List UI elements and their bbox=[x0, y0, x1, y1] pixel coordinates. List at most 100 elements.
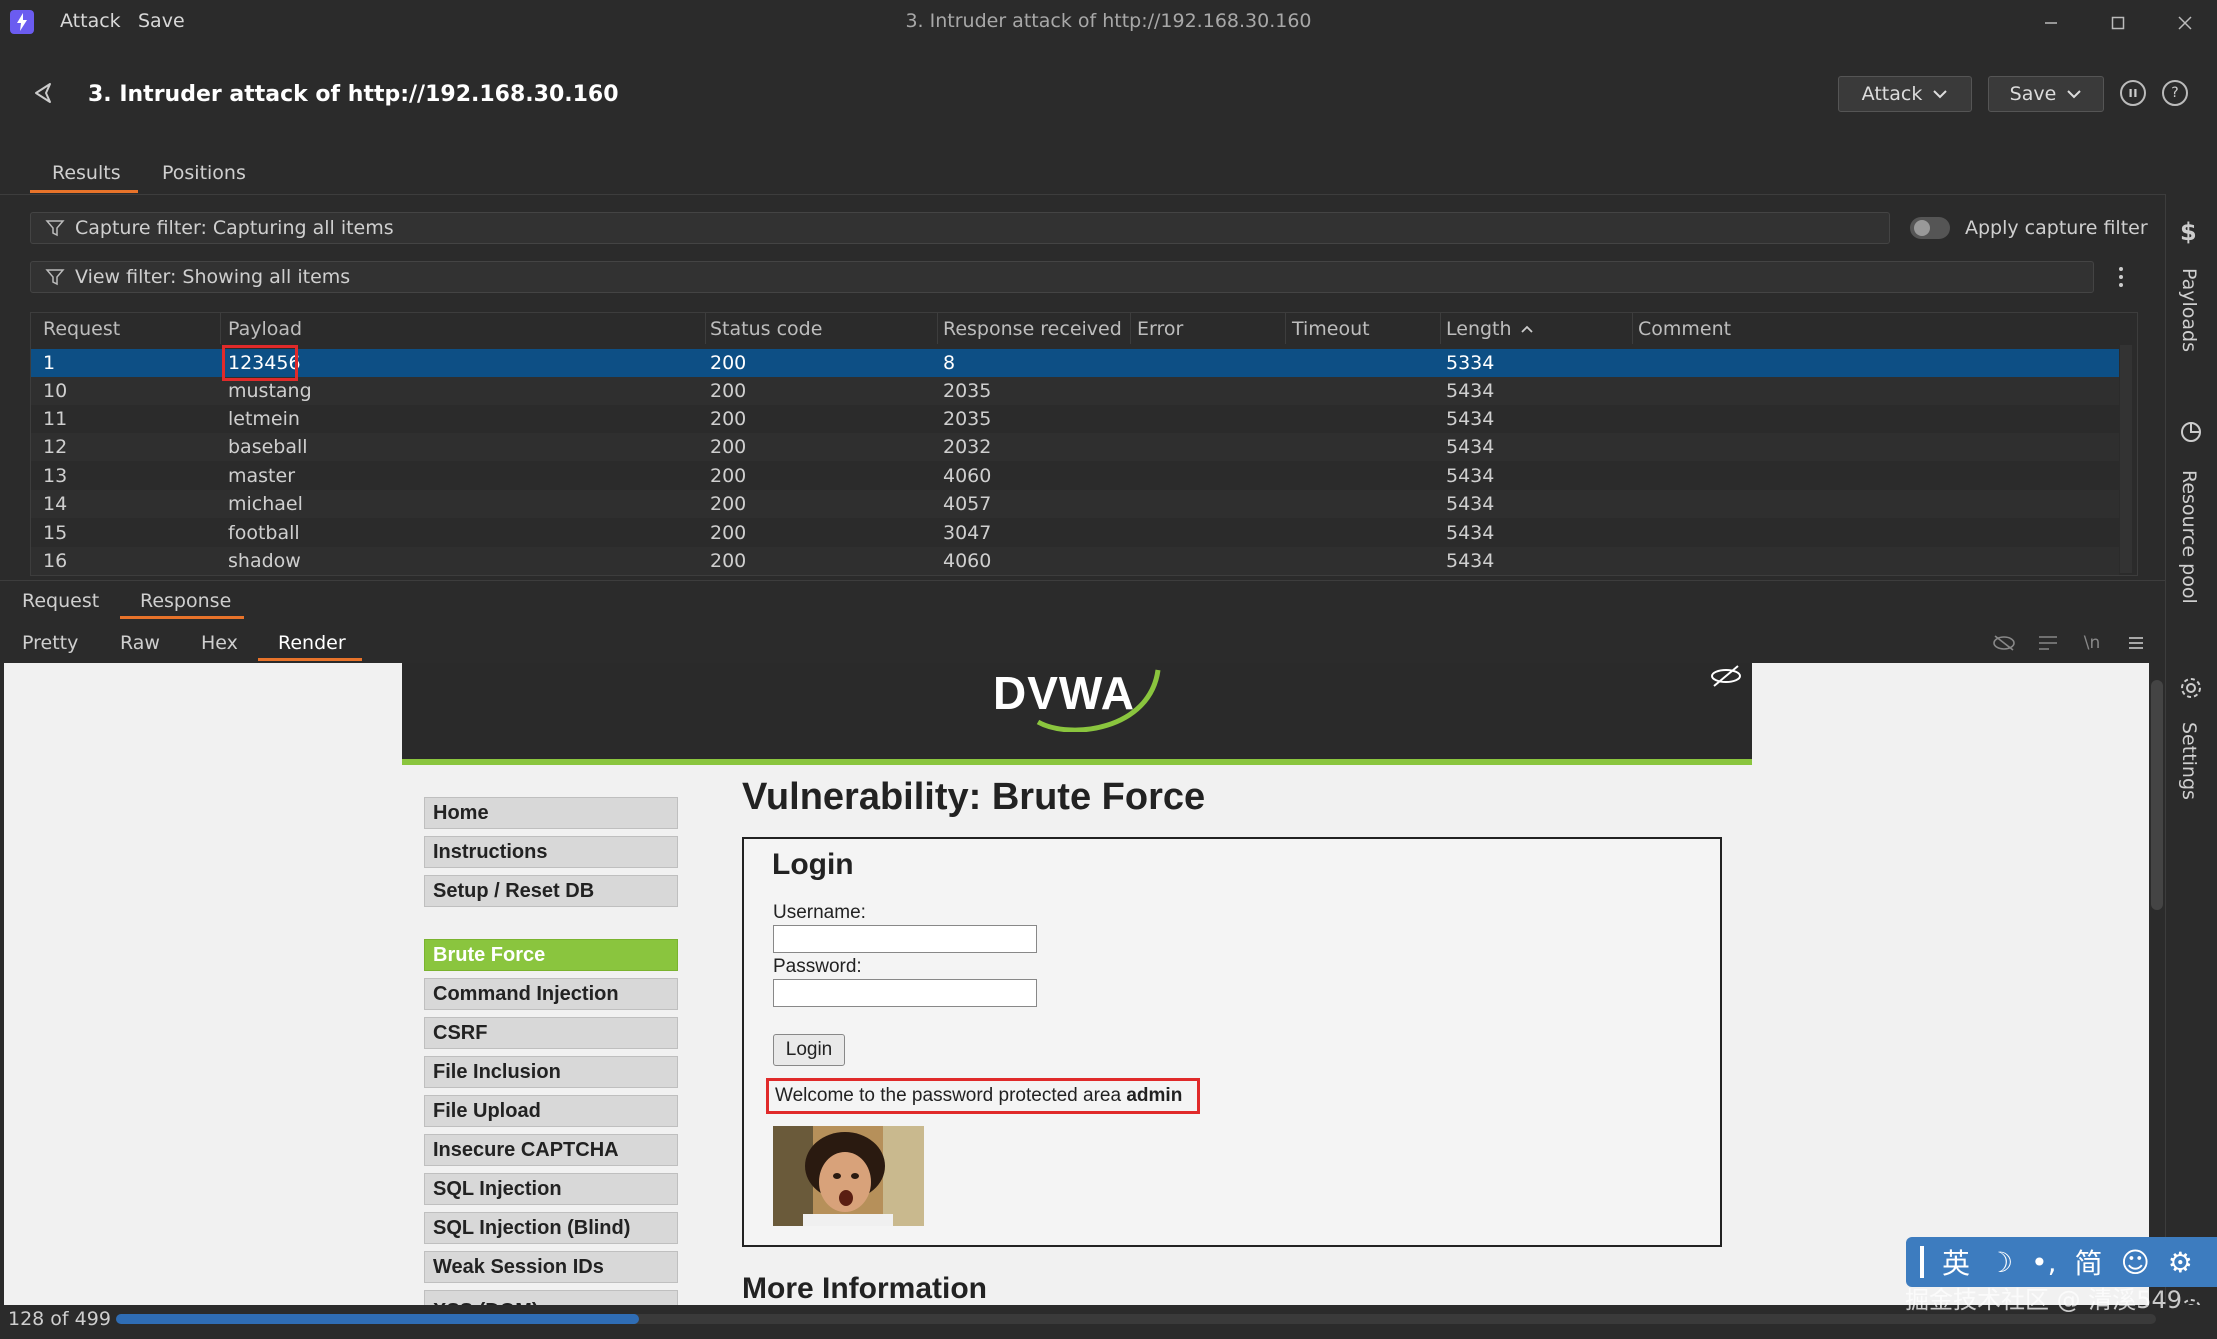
view-filter-bar[interactable]: View filter: Showing all items bbox=[30, 261, 2094, 293]
nav-setup-reset-db[interactable]: Setup / Reset DB bbox=[424, 875, 678, 907]
nav-file-inclusion[interactable]: File Inclusion bbox=[424, 1056, 678, 1088]
login-heading: Login bbox=[772, 848, 854, 881]
col-header-error[interactable]: Error bbox=[1137, 318, 1183, 340]
capture-filter-bar[interactable]: Capture filter: Capturing all items bbox=[30, 212, 1890, 244]
progress-bar-fill bbox=[116, 1314, 640, 1324]
ime-english-chinese-toggle[interactable]: 英 bbox=[1942, 1242, 1970, 1282]
maximize-button[interactable] bbox=[2093, 6, 2143, 40]
table-row[interactable] bbox=[31, 547, 2119, 575]
cell-payload: football bbox=[228, 522, 300, 544]
col-header-comment[interactable]: Comment bbox=[1638, 318, 1731, 340]
col-header-response-received[interactable]: Response received bbox=[943, 318, 1122, 340]
col-header-timeout[interactable]: Timeout bbox=[1292, 318, 1370, 340]
sort-ascending-icon bbox=[1520, 324, 1534, 334]
pause-icon[interactable] bbox=[2120, 80, 2146, 106]
table-row[interactable] bbox=[31, 519, 2119, 547]
hamburger-menu-icon[interactable] bbox=[2122, 630, 2150, 656]
emoji-icon[interactable]: ☺ bbox=[2121, 1246, 2150, 1279]
tab-hex[interactable]: Hex bbox=[201, 632, 238, 654]
col-header-status-code[interactable]: Status code bbox=[710, 318, 822, 340]
save-button-label: Save bbox=[2009, 83, 2057, 105]
cell-received: 4060 bbox=[943, 465, 992, 487]
page-title: Vulnerability: Brute Force bbox=[742, 776, 1206, 818]
resource-pool-icon[interactable] bbox=[2179, 420, 2203, 444]
wrap-lines-icon[interactable] bbox=[2034, 630, 2062, 656]
welcome-text: Welcome to the password protected area bbox=[775, 1085, 1122, 1106]
cell-length: 5434 bbox=[1446, 493, 1495, 515]
cell-status: 200 bbox=[710, 436, 747, 458]
cell-received: 4060 bbox=[943, 550, 992, 572]
cell-payload: master bbox=[228, 465, 296, 487]
cell-payload: mustang bbox=[228, 380, 312, 402]
nav-instructions[interactable]: Instructions bbox=[424, 836, 678, 868]
nav-sql-injection-blind[interactable]: SQL Injection (Blind) bbox=[424, 1212, 678, 1244]
gear-icon[interactable] bbox=[2179, 676, 2203, 700]
active-tab-indicator bbox=[120, 616, 244, 619]
side-tab-resource-pool[interactable]: Resource pool bbox=[2178, 470, 2200, 604]
ime-settings-icon[interactable]: ⚙ bbox=[2168, 1246, 2193, 1279]
cell-received: 3047 bbox=[943, 522, 992, 544]
help-icon[interactable]: ? bbox=[2162, 80, 2188, 106]
attack-dropdown-button[interactable]: Attack bbox=[1838, 76, 1972, 112]
cell-request: 12 bbox=[43, 436, 68, 458]
tab-render[interactable]: Render bbox=[278, 632, 346, 654]
tab-request[interactable]: Request bbox=[22, 590, 99, 612]
tab-raw[interactable]: Raw bbox=[120, 632, 160, 654]
cell-request: 15 bbox=[43, 522, 68, 544]
cell-status: 200 bbox=[710, 465, 747, 487]
side-tab-payloads[interactable]: Payloads bbox=[2178, 268, 2200, 352]
tab-pretty[interactable]: Pretty bbox=[22, 632, 78, 654]
column-separator bbox=[1285, 312, 1286, 344]
table-row[interactable] bbox=[31, 490, 2119, 518]
col-header-request[interactable]: Request bbox=[43, 318, 120, 340]
tab-results[interactable]: Results bbox=[52, 162, 121, 184]
cell-length: 5334 bbox=[1446, 352, 1495, 374]
cell-length: 5434 bbox=[1446, 380, 1495, 402]
username-field[interactable] bbox=[773, 925, 1037, 953]
cell-received: 2035 bbox=[943, 408, 992, 430]
save-dropdown-button[interactable]: Save bbox=[1988, 76, 2104, 112]
col-header-length-label: Length bbox=[1446, 318, 1512, 340]
table-row[interactable] bbox=[31, 349, 2119, 377]
message-tabs-bar bbox=[0, 580, 2165, 621]
payloads-icon[interactable]: $ bbox=[2180, 218, 2197, 246]
tab-response[interactable]: Response bbox=[140, 590, 231, 612]
nav-home[interactable]: Home bbox=[424, 797, 678, 829]
ime-simplified-toggle[interactable]: 简 bbox=[2075, 1242, 2103, 1282]
table-row[interactable] bbox=[31, 405, 2119, 433]
nav-weak-session-ids[interactable]: Weak Session IDs bbox=[424, 1251, 678, 1283]
minimize-button[interactable] bbox=[2026, 6, 2076, 40]
table-row[interactable] bbox=[31, 377, 2119, 405]
punctuation-icon[interactable]: •, bbox=[2031, 1246, 2056, 1279]
back-arrow-icon[interactable] bbox=[30, 80, 56, 106]
tab-positions[interactable]: Positions bbox=[162, 162, 246, 184]
nav-insecure-captcha[interactable]: Insecure CAPTCHA bbox=[424, 1134, 678, 1166]
table-scrollbar[interactable] bbox=[2120, 345, 2132, 573]
view-filter-text: View filter: Showing all items bbox=[75, 266, 351, 288]
nav-file-upload[interactable]: File Upload bbox=[424, 1095, 678, 1127]
password-field[interactable] bbox=[773, 979, 1037, 1007]
kebab-menu-icon[interactable] bbox=[2114, 264, 2128, 290]
capture-filter-text: Capture filter: Capturing all items bbox=[75, 217, 394, 239]
username-label: Username: bbox=[773, 902, 866, 923]
login-button[interactable]: Login bbox=[773, 1034, 845, 1066]
nav-command-injection[interactable]: Command Injection bbox=[424, 978, 678, 1010]
active-tab-indicator bbox=[30, 190, 138, 193]
table-row[interactable] bbox=[31, 433, 2119, 461]
col-header-payload[interactable]: Payload bbox=[228, 318, 302, 340]
col-header-length[interactable]: Length bbox=[1446, 318, 1534, 340]
hide-icon[interactable] bbox=[1990, 630, 2018, 656]
cell-received: 2032 bbox=[943, 436, 992, 458]
cell-payload: michael bbox=[228, 493, 303, 515]
render-scrollbar[interactable] bbox=[2151, 680, 2163, 910]
nav-csrf[interactable]: CSRF bbox=[424, 1017, 678, 1049]
window-title: 3. Intruder attack of http://192.168.30.… bbox=[905, 10, 1312, 32]
close-button[interactable] bbox=[2160, 6, 2210, 40]
table-row[interactable] bbox=[31, 462, 2119, 490]
moon-icon[interactable]: ☽ bbox=[1988, 1246, 2013, 1279]
nav-brute-force[interactable]: Brute Force bbox=[424, 939, 678, 971]
cell-status: 200 bbox=[710, 522, 747, 544]
nav-sql-injection[interactable]: SQL Injection bbox=[424, 1173, 678, 1205]
newline-icon[interactable]: \n bbox=[2078, 630, 2106, 656]
side-tab-settings[interactable]: Settings bbox=[2178, 722, 2200, 800]
